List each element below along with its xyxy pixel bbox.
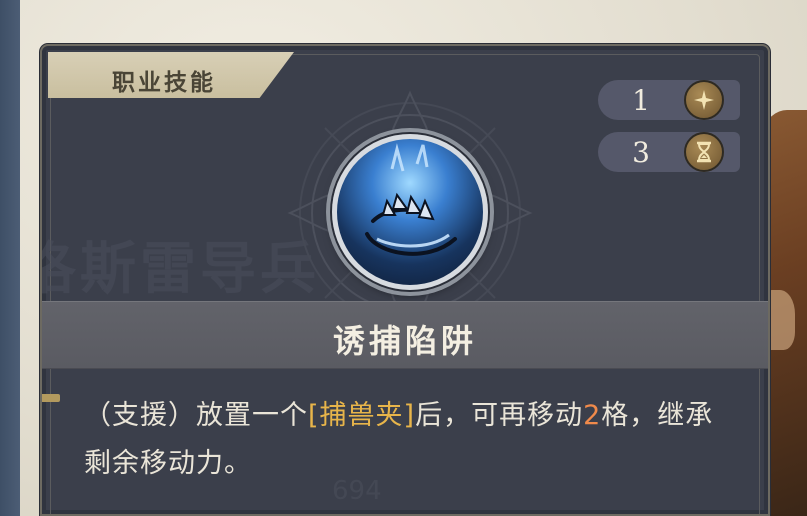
tab-label: 职业技能 [112,70,216,96]
cost-stat: 1 [598,80,740,120]
skill-tooltip-panel: 洛斯雷导兵 阶段 694 职业技能 1 3 [40,44,770,516]
background-ghost-title [110,20,340,44]
tab-header: 职业技能 [48,52,294,98]
cooldown-value: 3 [632,135,650,169]
description-bracket-close: ] [403,400,416,431]
description-bracket-open: [ [308,400,320,431]
skill-name: 诱捕陷阱 [332,322,477,360]
hourglass-icon [684,132,724,172]
star-icon [684,80,724,120]
description-item-link[interactable]: 捕兽夹 [320,400,404,431]
skill-description: （支援）放置一个[捕兽夹]后，可再移动2格，继承剩余移动力。 [84,392,724,488]
background-watermark: 洛斯雷导兵 [40,237,320,302]
skill-name-bar: 诱捕陷阱 [42,301,768,369]
description-middle: 后，可再移动 [415,400,584,431]
cooldown-stat: 3 [598,132,740,172]
description-number: 2 [583,400,602,431]
bear-trap-icon [332,134,488,290]
description-prefix: （支援）放置一个 [84,400,308,431]
side-marker [42,394,60,402]
cost-value: 1 [632,83,650,117]
background-left-strip [0,0,20,516]
